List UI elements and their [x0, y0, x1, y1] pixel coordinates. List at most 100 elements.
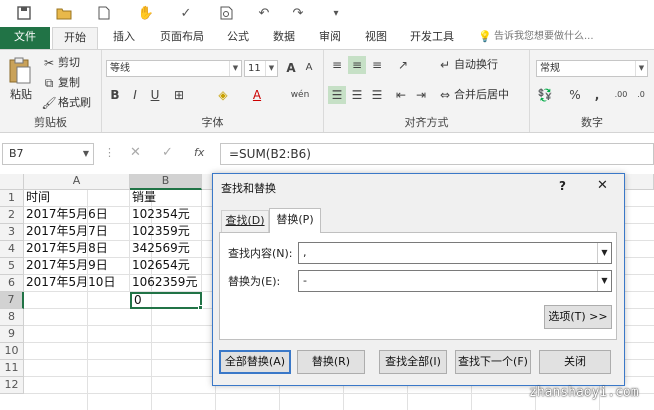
cell-a2[interactable]: 2017年5月6日: [24, 207, 130, 224]
touch-mode-icon[interactable]: ✋: [136, 4, 156, 22]
tab-find[interactable]: 查找(D): [221, 210, 269, 232]
decrease-decimal-icon[interactable]: .0: [632, 86, 650, 104]
row-header[interactable]: 7: [0, 292, 24, 309]
tell-me-box[interactable]: 告诉我您想要做什么...: [494, 27, 654, 49]
font-name-combo[interactable]: 等线 ▼: [106, 60, 242, 77]
align-right-icon[interactable]: ☰: [368, 86, 386, 104]
cell-b7-selected[interactable]: 0: [130, 292, 202, 309]
tab-replace[interactable]: 替换(P): [269, 208, 321, 233]
name-box[interactable]: B7 ▼: [2, 143, 94, 165]
undo-icon[interactable]: ↶: [254, 4, 274, 22]
print-preview-icon[interactable]: [216, 4, 236, 22]
find-all-button[interactable]: 查找全部(I): [379, 350, 447, 374]
row-header[interactable]: 12: [0, 377, 24, 394]
align-middle-icon[interactable]: ≡: [348, 56, 366, 74]
font-color-icon[interactable]: A: [248, 86, 266, 104]
cell-a1[interactable]: 时间: [24, 190, 130, 207]
select-all-corner[interactable]: [0, 174, 24, 190]
row-header[interactable]: 4: [0, 241, 24, 258]
options-button[interactable]: 选项(T) >>: [544, 305, 612, 329]
row-header[interactable]: 3: [0, 224, 24, 241]
new-document-icon[interactable]: [94, 4, 114, 22]
align-left-icon[interactable]: ☰: [328, 86, 346, 104]
tab-review[interactable]: 审阅: [310, 27, 350, 49]
cell-b3[interactable]: 102359元: [130, 224, 202, 241]
copy-button[interactable]: 复制: [58, 74, 80, 92]
tab-insert[interactable]: 插入: [104, 27, 144, 49]
currency-icon[interactable]: 💱: [536, 86, 554, 104]
save-icon[interactable]: [14, 4, 34, 22]
tab-page-layout[interactable]: 页面布局: [152, 27, 212, 49]
row-header[interactable]: 1: [0, 190, 24, 207]
paste-icon[interactable]: [8, 56, 32, 86]
replace-button[interactable]: 替换(R): [297, 350, 365, 374]
tab-home[interactable]: 开始: [52, 27, 98, 50]
column-header[interactable]: B: [130, 174, 202, 190]
row-header[interactable]: 10: [0, 343, 24, 360]
font-size-combo[interactable]: 11 ▼: [244, 60, 278, 77]
row-header[interactable]: 6: [0, 275, 24, 292]
align-center-icon[interactable]: ☰: [348, 86, 366, 104]
redo-icon[interactable]: ↷: [288, 4, 308, 22]
align-bottom-icon[interactable]: ≡: [368, 56, 386, 74]
percent-button[interactable]: %: [566, 86, 584, 104]
close-button[interactable]: 关闭: [539, 350, 611, 374]
number-format-combo[interactable]: 常规 ▼: [536, 60, 648, 77]
tab-formulas[interactable]: 公式: [218, 27, 258, 49]
cell-a4[interactable]: 2017年5月8日: [24, 241, 130, 258]
customize-toolbar-icon[interactable]: ▾: [326, 4, 346, 22]
cancel-icon[interactable]: ✕: [130, 145, 141, 160]
comma-style-button[interactable]: ,: [588, 86, 606, 104]
increase-decimal-icon[interactable]: .00: [612, 86, 630, 104]
find-what-input[interactable]: , ▼: [298, 242, 612, 264]
find-next-button[interactable]: 查找下一个(F): [455, 350, 531, 374]
cell-a3[interactable]: 2017年5月7日: [24, 224, 130, 241]
cell-a5[interactable]: 2017年5月9日: [24, 258, 130, 275]
cell-b1[interactable]: 销量: [130, 190, 202, 207]
merge-center-button[interactable]: 合并后居中: [454, 86, 509, 104]
formula-input[interactable]: =SUM(B2:B6): [220, 143, 654, 165]
bold-button[interactable]: B: [106, 86, 124, 104]
cell-a6[interactable]: 2017年5月10日: [24, 275, 130, 292]
phonetic-guide-icon[interactable]: wén: [288, 86, 312, 104]
insert-function-icon[interactable]: fx: [194, 146, 204, 159]
tab-developer[interactable]: 开发工具: [402, 27, 462, 49]
spelling-icon[interactable]: ✓: [176, 4, 196, 22]
close-icon[interactable]: ✕: [597, 178, 608, 193]
format-painter-button[interactable]: 格式刷: [58, 94, 91, 112]
replace-all-button[interactable]: 全部替换(A): [219, 350, 291, 374]
cell-b6[interactable]: 1062359元: [130, 275, 202, 292]
tab-data[interactable]: 数据: [264, 27, 304, 49]
tab-file[interactable]: 文件: [0, 27, 50, 49]
replace-with-input[interactable]: - ▼: [298, 270, 612, 292]
cell-b4[interactable]: 342569元: [130, 241, 202, 258]
open-folder-icon[interactable]: [54, 4, 74, 22]
align-top-icon[interactable]: ≡: [328, 56, 346, 74]
underline-button[interactable]: U: [146, 86, 164, 104]
cell-b5[interactable]: 102654元: [130, 258, 202, 275]
row-header[interactable]: 9: [0, 326, 24, 343]
row-header[interactable]: 8: [0, 309, 24, 326]
row-header[interactable]: 5: [0, 258, 24, 275]
fill-color-icon[interactable]: ◈: [214, 86, 232, 104]
column-header[interactable]: A: [24, 174, 130, 190]
row-header[interactable]: 11: [0, 360, 24, 377]
decrease-indent-icon[interactable]: ⇤: [392, 86, 410, 104]
row-header[interactable]: 2: [0, 207, 24, 224]
cell-b2[interactable]: 102354元: [130, 207, 202, 224]
increase-indent-icon[interactable]: ⇥: [412, 86, 430, 104]
borders-icon[interactable]: ⊞: [170, 86, 188, 104]
tab-view[interactable]: 视图: [356, 27, 396, 49]
paste-button[interactable]: 粘贴: [10, 86, 32, 104]
enter-icon[interactable]: ✓: [162, 145, 173, 160]
chevron-down-icon[interactable]: ▼: [597, 243, 611, 263]
wrap-text-button[interactable]: 自动换行: [454, 56, 498, 74]
orientation-icon[interactable]: ↗: [394, 56, 412, 74]
cut-button[interactable]: 剪切: [58, 54, 80, 72]
italic-button[interactable]: I: [126, 86, 144, 104]
fill-handle[interactable]: [198, 305, 203, 310]
chevron-down-icon[interactable]: ▼: [597, 271, 611, 291]
help-button[interactable]: ?: [559, 179, 566, 193]
shrink-font-icon[interactable]: A: [300, 59, 318, 77]
grow-font-icon[interactable]: A: [282, 59, 300, 77]
